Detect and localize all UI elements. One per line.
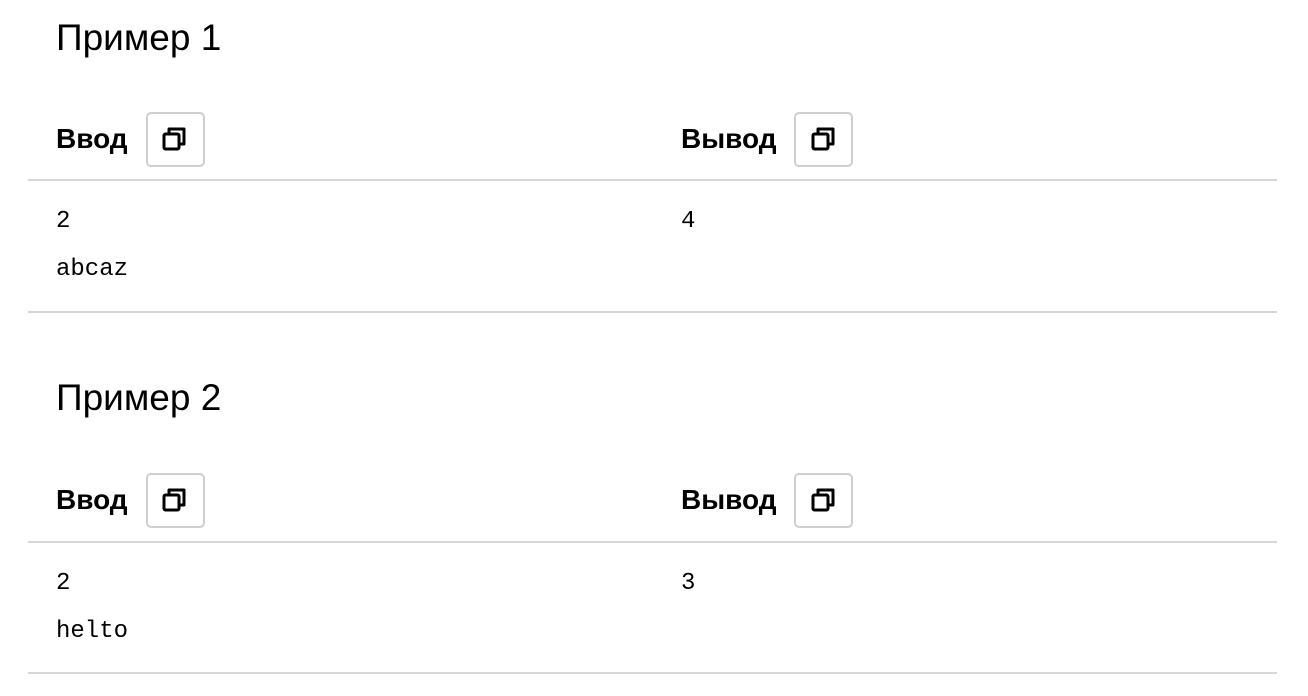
input-line: helto (56, 618, 129, 645)
copy-output-button[interactable] (794, 472, 854, 528)
copy-output-button[interactable] (794, 111, 854, 167)
input-header: Ввод (56, 111, 205, 167)
output-header: Вывод (681, 111, 854, 167)
output-label: Вывод (681, 123, 777, 154)
divider (28, 672, 1277, 674)
copy-input-button[interactable] (145, 111, 205, 167)
input-data: 2 abcaz (56, 198, 128, 294)
input-label: Ввод (56, 123, 128, 154)
output-data: 4 (681, 198, 695, 246)
output-label: Вывод (681, 484, 777, 515)
output-line: 4 (681, 208, 696, 235)
samples-page: Пример 1 Ввод Вывод 2 abcaz 4 Пример 2 В… (0, 0, 1308, 696)
output-line: 3 (681, 570, 696, 597)
input-line: 2 (56, 570, 71, 597)
output-header: Вывод (681, 472, 854, 528)
divider (28, 541, 1277, 543)
copy-icon (810, 125, 838, 153)
copy-input-button[interactable] (145, 472, 205, 528)
input-line: 2 (56, 208, 71, 235)
example-title: Пример 1 (56, 17, 222, 58)
output-data: 3 (681, 560, 695, 608)
example-title: Пример 2 (56, 377, 222, 418)
input-data: 2 helto (56, 560, 128, 656)
copy-icon (161, 125, 189, 153)
copy-icon (161, 486, 189, 514)
divider (28, 311, 1277, 313)
copy-icon (810, 486, 838, 514)
input-line: abcaz (56, 256, 129, 283)
input-label: Ввод (56, 484, 128, 515)
divider (28, 179, 1277, 181)
input-header: Ввод (56, 472, 205, 528)
